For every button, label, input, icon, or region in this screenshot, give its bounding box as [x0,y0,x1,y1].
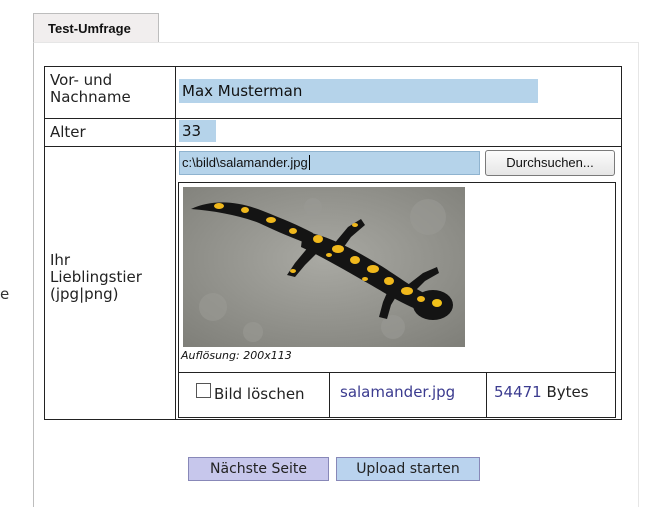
next-page-button[interactable]: Nächste Seite [188,457,329,481]
name-input[interactable]: Max Musterman [179,79,538,103]
browse-button[interactable]: Durchsuchen... [485,150,615,176]
tab-test-umfrage[interactable]: Test-Umfrage [33,13,159,42]
edge-text: e [0,285,10,303]
resolution-text: Auflösung: 200x113 [181,349,292,362]
age-label: Alter [50,123,86,141]
file-size-unit: Bytes [546,383,589,401]
survey-page: e Test-Umfrage Vor- und Nachname Max Mus… [0,0,645,507]
grid-line [329,372,330,418]
grid-line [486,372,487,418]
salamander-image [183,187,465,347]
file-name-link[interactable]: salamander.jpg [340,384,455,401]
file-path-input[interactable]: c:\bild\salamander.jpg [179,151,480,175]
upload-start-button[interactable]: Upload starten [336,457,480,481]
pet-label: Ihr Lieblingstier (jpg|png) [50,251,142,303]
file-size-value: 54471 [494,383,542,401]
file-path-text: c:\bild\salamander.jpg [182,155,308,170]
grid-line [44,118,622,119]
text-caret [308,155,310,170]
age-input[interactable]: 33 [179,120,216,142]
delete-image-checkbox[interactable] [196,383,211,398]
grid-line [44,146,622,147]
name-label: Vor- und Nachname [50,71,131,106]
file-size: 54471 Bytes [494,384,589,401]
grid-line [175,66,176,420]
grid-line [178,372,616,373]
delete-image-label[interactable]: Bild löschen [214,386,305,403]
